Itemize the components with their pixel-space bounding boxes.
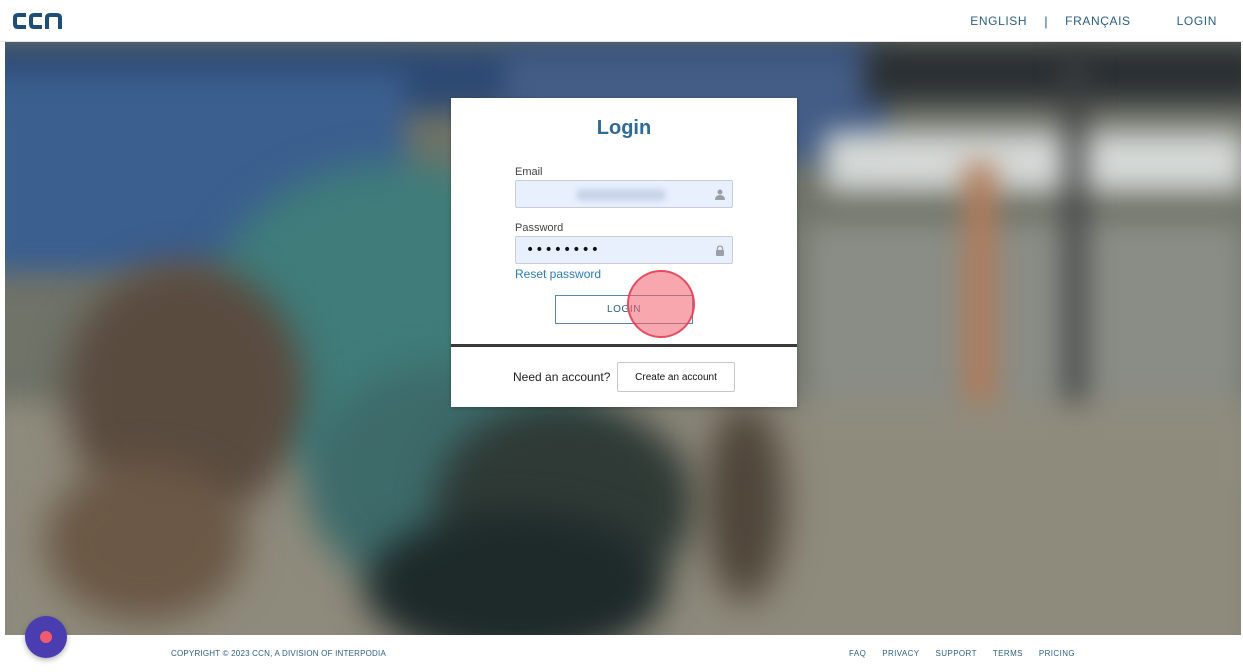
lock-icon (716, 245, 724, 256)
francais-link[interactable]: FRANÇAIS (1065, 14, 1130, 28)
email-label: Email (515, 166, 543, 178)
need-account-text: Need an account? (513, 370, 611, 384)
language-nav: ENGLISH | FRANÇAIS LOGIN (970, 0, 1217, 42)
chat-icon (40, 631, 52, 643)
footer: COPYRIGHT © 2023 CCN, A DIVISION OF INTE… (0, 635, 1243, 672)
top-header: ENGLISH | FRANÇAIS LOGIN (0, 0, 1243, 42)
english-link[interactable]: ENGLISH (970, 14, 1027, 28)
password-field[interactable]: •••••••• (515, 236, 733, 264)
header-login-link[interactable]: LOGIN (1177, 14, 1217, 28)
user-icon (715, 189, 725, 200)
card-divider (451, 344, 797, 347)
footer-links: FAQ PRIVACY SUPPORT TERMS PRICING (849, 649, 1091, 658)
redacted-email (576, 189, 666, 201)
email-field[interactable] (515, 180, 733, 208)
footer-link-faq[interactable]: FAQ (849, 649, 866, 658)
chat-widget-button[interactable] (25, 616, 67, 658)
footer-link-pricing[interactable]: PRICING (1039, 649, 1075, 658)
copyright-text: COPYRIGHT © 2023 CCN, A DIVISION OF INTE… (171, 649, 386, 658)
footer-link-support[interactable]: SUPPORT (936, 649, 977, 658)
footer-link-terms[interactable]: TERMS (993, 649, 1023, 658)
page: ENGLISH | FRANÇAIS LOGIN Login Email Pas… (0, 0, 1243, 672)
nav-separator: | (1044, 13, 1049, 29)
password-label: Password (515, 222, 564, 234)
click-marker (627, 270, 695, 338)
ccn-logo[interactable] (13, 11, 63, 31)
footer-link-privacy[interactable]: PRIVACY (882, 649, 919, 658)
create-account-button[interactable]: Create an account (617, 362, 735, 392)
login-card: Login Email Password •••••••• Reset pass… (451, 98, 797, 407)
reset-password-link[interactable]: Reset password (515, 267, 601, 281)
password-value: •••••••• (526, 242, 601, 258)
login-title: Login (596, 117, 652, 139)
